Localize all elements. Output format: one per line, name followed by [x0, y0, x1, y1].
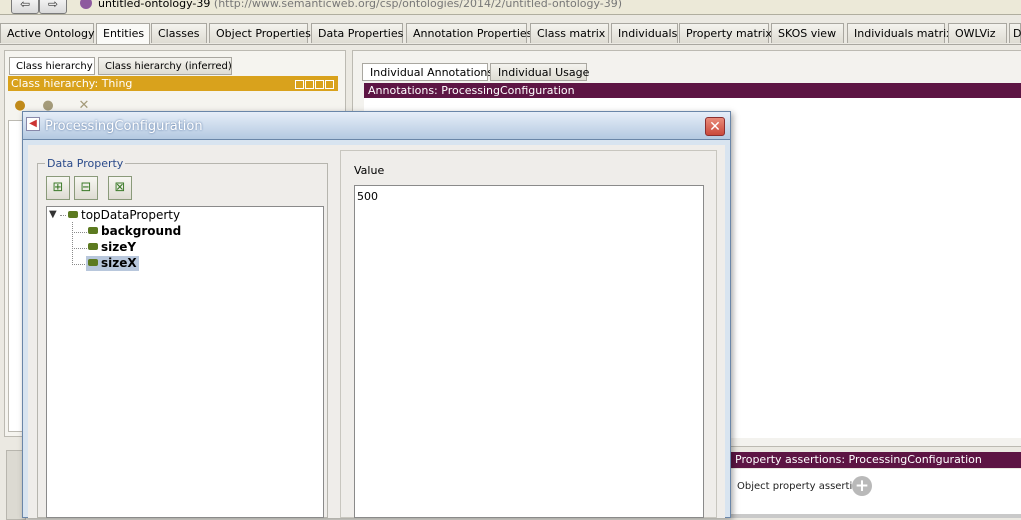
ontology-title: untitled-ontology-39 (http://www.semanti…: [98, 0, 622, 10]
horizontal-scrollbar[interactable]: [731, 514, 1021, 518]
pin-icon[interactable]: [295, 80, 304, 89]
subtab-individual-annotations[interactable]: Individual Annotations: [362, 63, 493, 81]
tab-owlviz[interactable]: OWLViz: [948, 23, 1007, 43]
subtab-individual-usage[interactable]: Individual Usage: [490, 63, 589, 81]
tree-node-label: background: [101, 224, 182, 238]
class-hierarchy-header: Class hierarchy: Thing: [8, 76, 338, 91]
tab-d[interactable]: D: [1009, 23, 1021, 43]
close-view-icon[interactable]: [325, 80, 334, 89]
add-sub-property-icon[interactable]: ⊞: [46, 176, 70, 200]
tree-connector: [72, 232, 87, 249]
add-sibling-property-icon[interactable]: ⊟: [74, 176, 98, 200]
tab-object-properties[interactable]: Object Properties: [209, 23, 311, 43]
property-assertions-body: [731, 469, 1021, 518]
tab-classes[interactable]: Classes: [151, 23, 207, 43]
tab-active-ontology[interactable]: Active Ontology: [0, 23, 94, 43]
tab-individuals[interactable]: Individuals: [611, 23, 678, 43]
data-property-label: Data Property: [45, 157, 126, 170]
tree-node-root[interactable]: topDataProperty: [68, 208, 180, 223]
tab-class-matrix[interactable]: Class matrix: [530, 23, 609, 43]
data-property-icon: [88, 227, 98, 234]
ontology-url: (http://www.semanticweb.org/csp/ontologi…: [213, 0, 623, 10]
tab-property-matrix[interactable]: Property matrix: [679, 23, 772, 43]
subtab-class-hierarchy[interactable]: Class hierarchy: [9, 57, 95, 75]
tree-node-label: sizeY: [101, 240, 137, 254]
value-textarea[interactable]: 500: [354, 185, 704, 518]
tree-node-sizex[interactable]: sizeX: [86, 256, 139, 271]
object-property-assertions-label: Object property assertions: [737, 481, 870, 492]
back-arrow-icon[interactable]: ⇦: [11, 0, 39, 14]
main-tab-bar: Active Ontology Entities Classes Object …: [0, 23, 1021, 45]
class-hierarchy-title: Class hierarchy: Thing: [11, 77, 133, 90]
tab-entities[interactable]: Entities: [96, 23, 150, 45]
tree-node-label: sizeX: [101, 256, 137, 270]
tree-node-label: topDataProperty: [81, 208, 181, 222]
property-assertions-header: Property assertions: ProcessingConfigura…: [731, 452, 1021, 468]
tab-divider: [0, 44, 1021, 45]
subtab-class-hierarchy-inferred[interactable]: Class hierarchy (inferred): [98, 57, 232, 75]
tree-node-background[interactable]: background: [88, 224, 181, 239]
view-controls: [294, 78, 334, 93]
value-label: Value: [354, 164, 385, 177]
minimize-icon[interactable]: [305, 80, 314, 89]
forward-arrow-icon[interactable]: ⇨: [39, 0, 67, 14]
tree-connector: [60, 215, 66, 216]
add-object-property-assertion-button[interactable]: +: [852, 476, 872, 496]
protege-app-icon: ◀: [26, 117, 40, 131]
tab-skos-view[interactable]: SKOS view: [771, 23, 844, 43]
annotations-header: Annotations: ProcessingConfiguration: [364, 83, 1021, 99]
expand-toggle-icon[interactable]: ▼: [49, 209, 57, 220]
tree-connector: [72, 248, 87, 265]
tab-annotation-properties[interactable]: Annotation Properties: [406, 23, 532, 43]
delete-property-icon[interactable]: ⊠: [108, 176, 132, 200]
tree-node-sizey[interactable]: sizeY: [88, 240, 136, 255]
close-button[interactable]: ✕: [705, 117, 725, 136]
ontology-name: untitled-ontology-39: [98, 0, 211, 10]
data-property-icon: [88, 259, 98, 266]
dialog-title: ProcessingConfiguration: [45, 119, 203, 134]
tab-data-properties[interactable]: Data Properties: [311, 23, 403, 43]
data-property-icon: [88, 243, 98, 250]
maximize-icon[interactable]: [315, 80, 324, 89]
data-property-icon: [68, 211, 78, 218]
tab-individuals-matrix[interactable]: Individuals matrix: [847, 23, 953, 43]
